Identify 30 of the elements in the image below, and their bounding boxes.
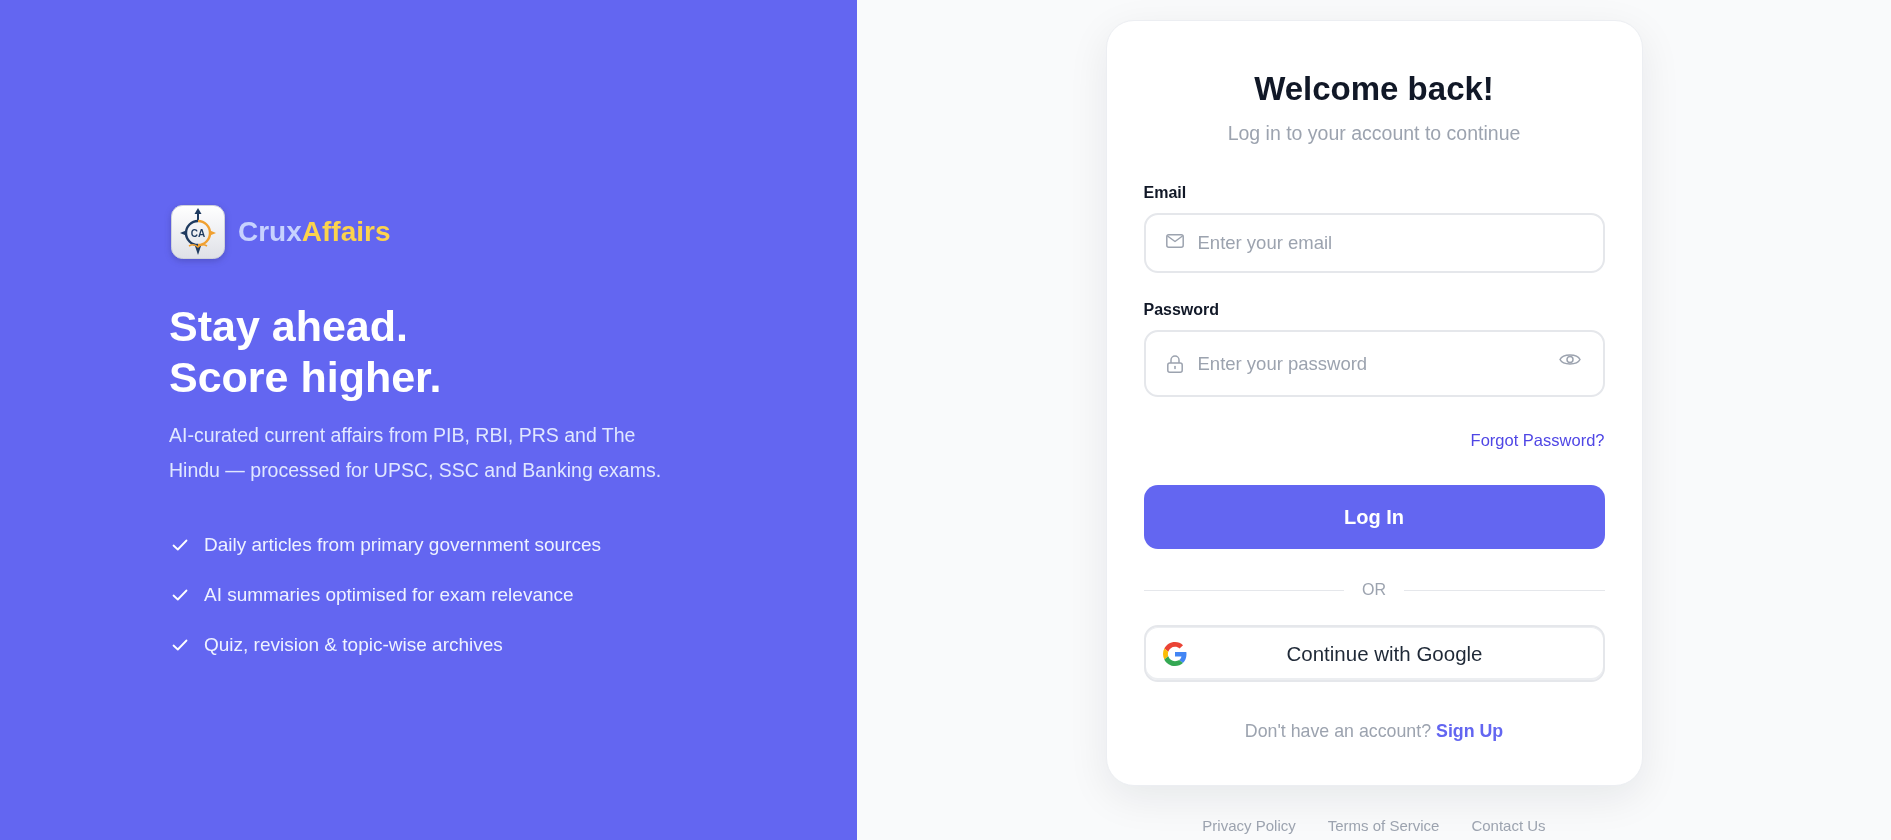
email-field[interactable]: Enter your email	[1143, 213, 1605, 273]
footer-link[interactable]: Terms of Service	[1327, 816, 1440, 836]
footer-link[interactable]: Privacy Policy	[1202, 816, 1296, 836]
headline-line: Stay ahead.	[169, 301, 408, 352]
google-button[interactable]: Continue with Google	[1143, 625, 1605, 682]
signup-link[interactable]: Sign Up	[1436, 721, 1504, 741]
password-field[interactable]: Enter your password	[1143, 330, 1605, 397]
check-icon	[172, 589, 188, 601]
eye-icon[interactable]	[1558, 351, 1581, 367]
lock-icon	[1166, 354, 1183, 373]
feature-text: Daily articles from primary government sources	[204, 533, 601, 557]
feature-text: Quiz, revision & topic-wise archives	[204, 633, 503, 657]
app-logo: CA	[171, 205, 225, 259]
brand-name: CruxAffairs	[238, 215, 391, 249]
headline-line: Score higher.	[169, 352, 442, 403]
feature-text: AI summaries optimised for exam relevance	[204, 583, 574, 607]
field-label: Email	[1143, 183, 1187, 203]
login-button[interactable]: Log In	[1143, 485, 1605, 549]
divider-text: OR	[1362, 580, 1386, 600]
check-icon	[172, 539, 188, 551]
footer-link[interactable]: Contact Us	[1471, 816, 1546, 836]
description-text: AI-curated current affairs from PIB, RBI, PRS and The Hindu — processed for UPSC, SSC and Banking exams.	[169, 423, 663, 483]
signup-prompt: Don't have an account? Sign Up	[1244, 720, 1504, 742]
card-subtitle: Log in to your account to continue	[1227, 122, 1521, 144]
forgot-password-link[interactable]: Forgot Password?	[1470, 430, 1605, 450]
field-label: Password	[1143, 300, 1220, 320]
mail-icon	[1165, 234, 1184, 248]
google-icon	[1162, 641, 1187, 666]
card-title: Welcome back!	[1254, 71, 1494, 107]
check-icon	[172, 639, 188, 651]
